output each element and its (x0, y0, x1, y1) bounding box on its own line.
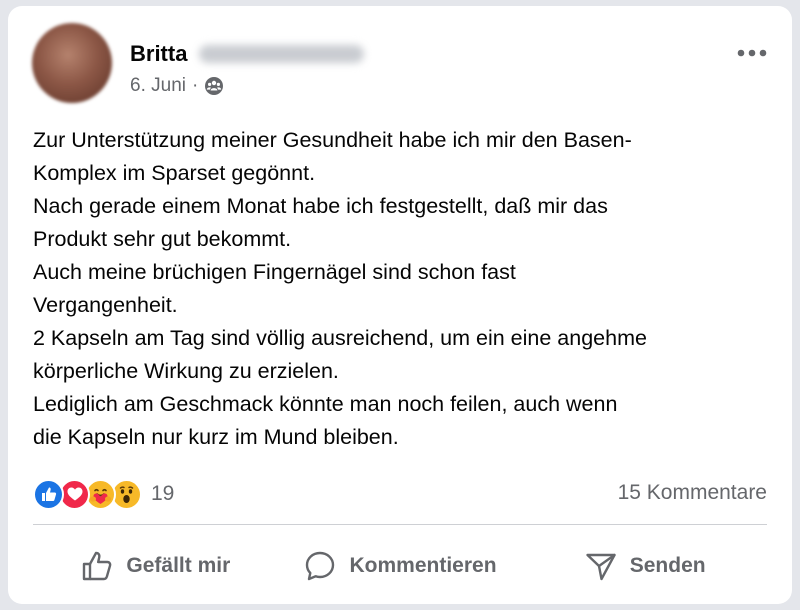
divider (33, 524, 767, 525)
meta-separator: · (191, 75, 199, 96)
comment-button[interactable]: Kommentieren (278, 538, 523, 594)
post-header: Britta 6. Juni · (32, 23, 772, 103)
author-surname-redacted (199, 45, 365, 63)
post-card: Britta 6. Juni · Zur Unterstützung meine… (8, 6, 792, 604)
avatar[interactable] (32, 23, 112, 103)
send-button-label: Senden (629, 554, 706, 577)
reactions-summary: 19 15 Kommentare (33, 476, 767, 512)
thumbs-up-icon (83, 551, 112, 581)
more-options-button[interactable] (732, 35, 772, 71)
post-body: Zur Unterstützung meiner Gesundheit habe… (33, 128, 647, 449)
comments-count[interactable]: 15 Kommentare (618, 481, 767, 505)
comment-button-label: Kommentieren (349, 554, 497, 577)
more-options-icon (737, 49, 767, 57)
friends-icon[interactable] (204, 76, 224, 96)
like-reaction-icon (33, 478, 64, 510)
post-actions: Gefällt mir Kommentieren Senden (33, 538, 767, 594)
reaction-icons[interactable]: 19 (33, 476, 174, 512)
post-date[interactable]: 6. Juni (130, 75, 186, 97)
comment-icon (306, 551, 335, 581)
reaction-count[interactable]: 19 (151, 482, 174, 506)
send-icon (586, 553, 616, 581)
send-button[interactable]: Senden (522, 538, 767, 594)
author-name[interactable]: Britta (130, 41, 187, 67)
post-meta: 6. Juni · (130, 73, 224, 99)
like-button[interactable]: Gefällt mir (33, 538, 278, 594)
author-row: Britta (130, 39, 365, 69)
like-button-label: Gefällt mir (126, 554, 231, 577)
